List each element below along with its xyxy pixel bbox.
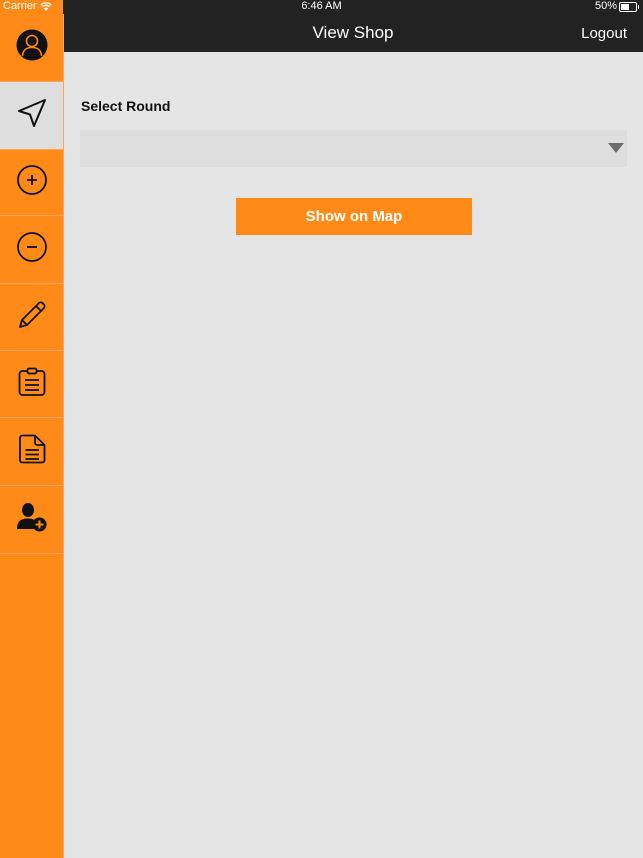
select-round-label: Select Round	[81, 98, 171, 114]
status-bar: Carrier 6:46 AM 50%	[0, 0, 643, 14]
logout-button[interactable]: Logout	[581, 25, 627, 42]
show-on-map-button[interactable]: Show on Map	[236, 198, 472, 235]
document-icon	[16, 433, 48, 470]
clock: 6:46 AM	[301, 0, 342, 12]
sidebar	[0, 14, 64, 858]
add-user-icon	[16, 501, 48, 538]
sidebar-item-edit[interactable]	[0, 284, 63, 351]
main-content: Select Round Show on Map	[64, 52, 643, 858]
round-select-dropdown[interactable]	[80, 130, 627, 167]
sidebar-item-add[interactable]	[0, 150, 63, 216]
clipboard-icon	[16, 366, 48, 403]
dropdown-arrow-icon	[608, 143, 624, 153]
nav-bar: View Shop Logout	[63, 14, 643, 52]
page-title: View Shop	[312, 23, 394, 42]
sidebar-item-navigate[interactable]	[0, 82, 63, 150]
navigation-arrow-icon	[16, 97, 48, 134]
sidebar-item-add-user[interactable]	[0, 486, 63, 554]
sidebar-item-clipboard[interactable]	[0, 351, 63, 418]
sidebar-item-remove[interactable]	[0, 216, 63, 284]
minus-circle-icon	[16, 231, 48, 268]
sidebar-item-document[interactable]	[0, 418, 63, 486]
pencil-icon	[16, 299, 48, 336]
battery-percentage: 50%	[594, 0, 617, 12]
battery-icon	[619, 2, 639, 12]
plus-circle-icon	[16, 164, 48, 201]
user-avatar-icon	[16, 29, 48, 66]
sidebar-item-profile[interactable]	[0, 14, 63, 82]
